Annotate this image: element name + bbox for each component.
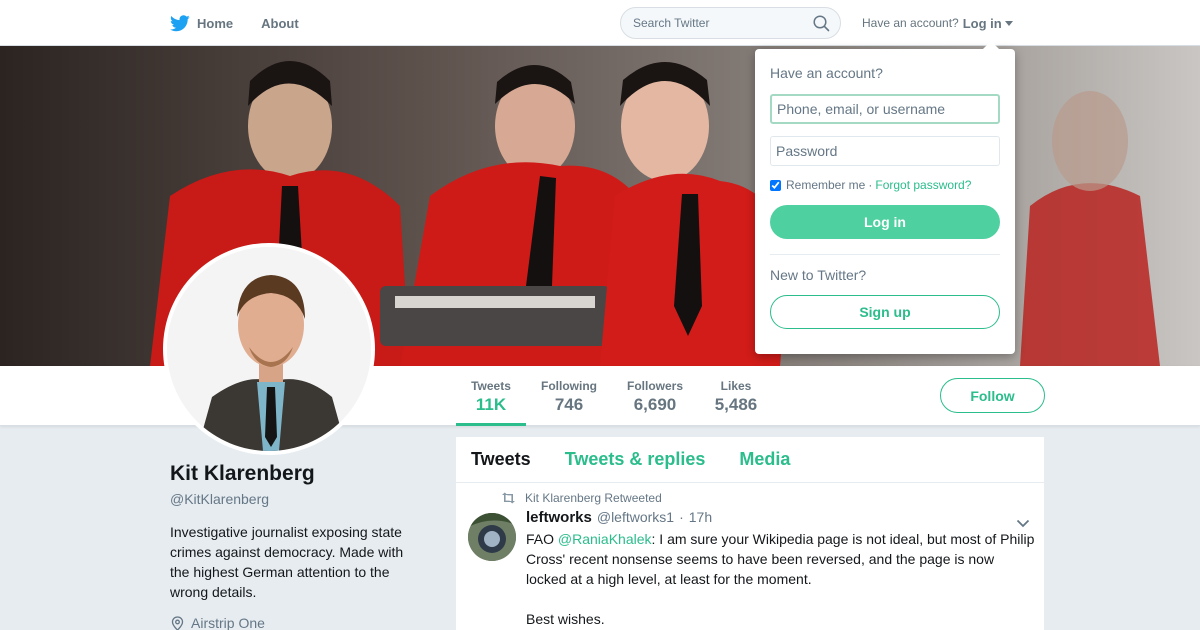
tab-media[interactable]: Media — [739, 449, 790, 470]
remember-row: Remember me · Forgot password? — [770, 178, 1000, 192]
avatar[interactable] — [163, 243, 375, 455]
search-icon[interactable] — [813, 15, 830, 37]
stat-following-value: 746 — [554, 395, 584, 414]
retweet-context: Kit Klarenberg Retweeted — [501, 491, 1044, 505]
stat-likes-value: 5,486 — [714, 395, 758, 414]
primary-nav: Home About — [170, 0, 327, 46]
new-to-twitter-text: New to Twitter? — [770, 267, 867, 283]
location-pin-icon — [171, 615, 184, 630]
stat-tweets[interactable]: Tweets 11K — [456, 366, 526, 426]
tweet-text: FAO @RaniaKhalek: I am sure your Wikiped… — [526, 529, 1036, 589]
avatar-photo — [167, 247, 371, 451]
tweet[interactable]: Kit Klarenberg Retweeted leftworks @left… — [456, 483, 1044, 629]
home-label: Home — [197, 15, 234, 31]
login-dropdown: Have an account? Remember me · Forgot pa… — [755, 41, 1015, 354]
login-menu-toggle[interactable]: Log in — [963, 16, 1013, 31]
tab-tweets-and-replies[interactable]: Tweets & replies — [565, 449, 706, 470]
login-dropdown-title: Have an account? — [770, 65, 883, 81]
stat-following[interactable]: Following 746 — [536, 366, 602, 426]
retweeted-by-text[interactable]: Kit Klarenberg Retweeted — [525, 491, 662, 505]
stat-followers-value: 6,690 — [633, 395, 677, 414]
profile-bio: Investigative journalist exposing state … — [170, 524, 404, 600]
password-field[interactable] — [770, 136, 1000, 166]
tweet-separator: · — [679, 509, 684, 525]
profile-card: Kit Klarenberg @KitKlarenberg Investigat… — [170, 462, 430, 630]
retweet-icon — [502, 492, 515, 504]
timeline: Tweets Tweets & replies Media Kit Klaren… — [456, 437, 1044, 630]
stat-followers[interactable]: Followers 6,690 — [622, 366, 688, 426]
tweet-mention-link[interactable]: @RaniaKhalek — [558, 531, 652, 547]
account-area: Have an account? Log in — [862, 0, 1013, 46]
profile-handle[interactable]: @KitKlarenberg — [170, 491, 430, 507]
profile-location: Airstrip One — [170, 615, 430, 630]
tweet-timestamp[interactable]: 17h — [689, 509, 712, 525]
remember-separator: · — [868, 178, 873, 192]
stat-tweets-value: 11K — [475, 395, 507, 414]
login-menu-label: Log in — [962, 15, 1002, 31]
chevron-down-icon[interactable] — [1016, 515, 1030, 533]
top-navigation-bar: Home About Have an account? Log in — [0, 0, 1200, 46]
home-link[interactable]: Home — [170, 14, 234, 32]
tweet-text-second: Best wishes. — [526, 611, 605, 627]
follow-button[interactable]: Follow — [940, 378, 1045, 413]
twitter-bird-icon — [170, 14, 190, 32]
tweet-author-handle[interactable]: @leftworks1 — [597, 509, 674, 525]
username-field[interactable] — [770, 94, 1000, 124]
about-link[interactable]: About — [261, 16, 299, 31]
remember-me-label: Remember me — [786, 178, 866, 192]
remember-me-checkbox[interactable] — [770, 179, 781, 191]
signup-button[interactable]: Sign up — [770, 295, 1000, 329]
tweet-text-prefix: FAO — [526, 531, 558, 547]
tweet-header: leftworks @leftworks1 · 17h — [526, 509, 1044, 526]
search-box — [620, 7, 841, 39]
stat-tweets-label: Tweets — [471, 379, 511, 393]
search-input[interactable] — [633, 16, 803, 30]
stat-likes-label: Likes — [720, 379, 752, 393]
stat-likes[interactable]: Likes 5,486 — [706, 366, 766, 426]
have-account-text: Have an account? — [862, 16, 959, 30]
profile-name[interactable]: Kit Klarenberg — [170, 462, 430, 486]
stat-followers-label: Followers — [626, 379, 683, 393]
dropdown-divider — [770, 254, 1000, 255]
tweet-author-avatar[interactable] — [468, 513, 516, 561]
caret-down-icon — [1004, 20, 1013, 26]
tweet-author-name[interactable]: leftworks — [526, 509, 592, 526]
tab-tweets[interactable]: Tweets — [471, 449, 531, 470]
stat-following-label: Following — [541, 379, 597, 393]
login-submit-button[interactable]: Log in — [770, 205, 1000, 239]
timeline-tabs: Tweets Tweets & replies Media — [456, 437, 1044, 483]
location-text: Airstrip One — [191, 615, 265, 630]
forgot-password-link[interactable]: Forgot password? — [875, 178, 971, 192]
